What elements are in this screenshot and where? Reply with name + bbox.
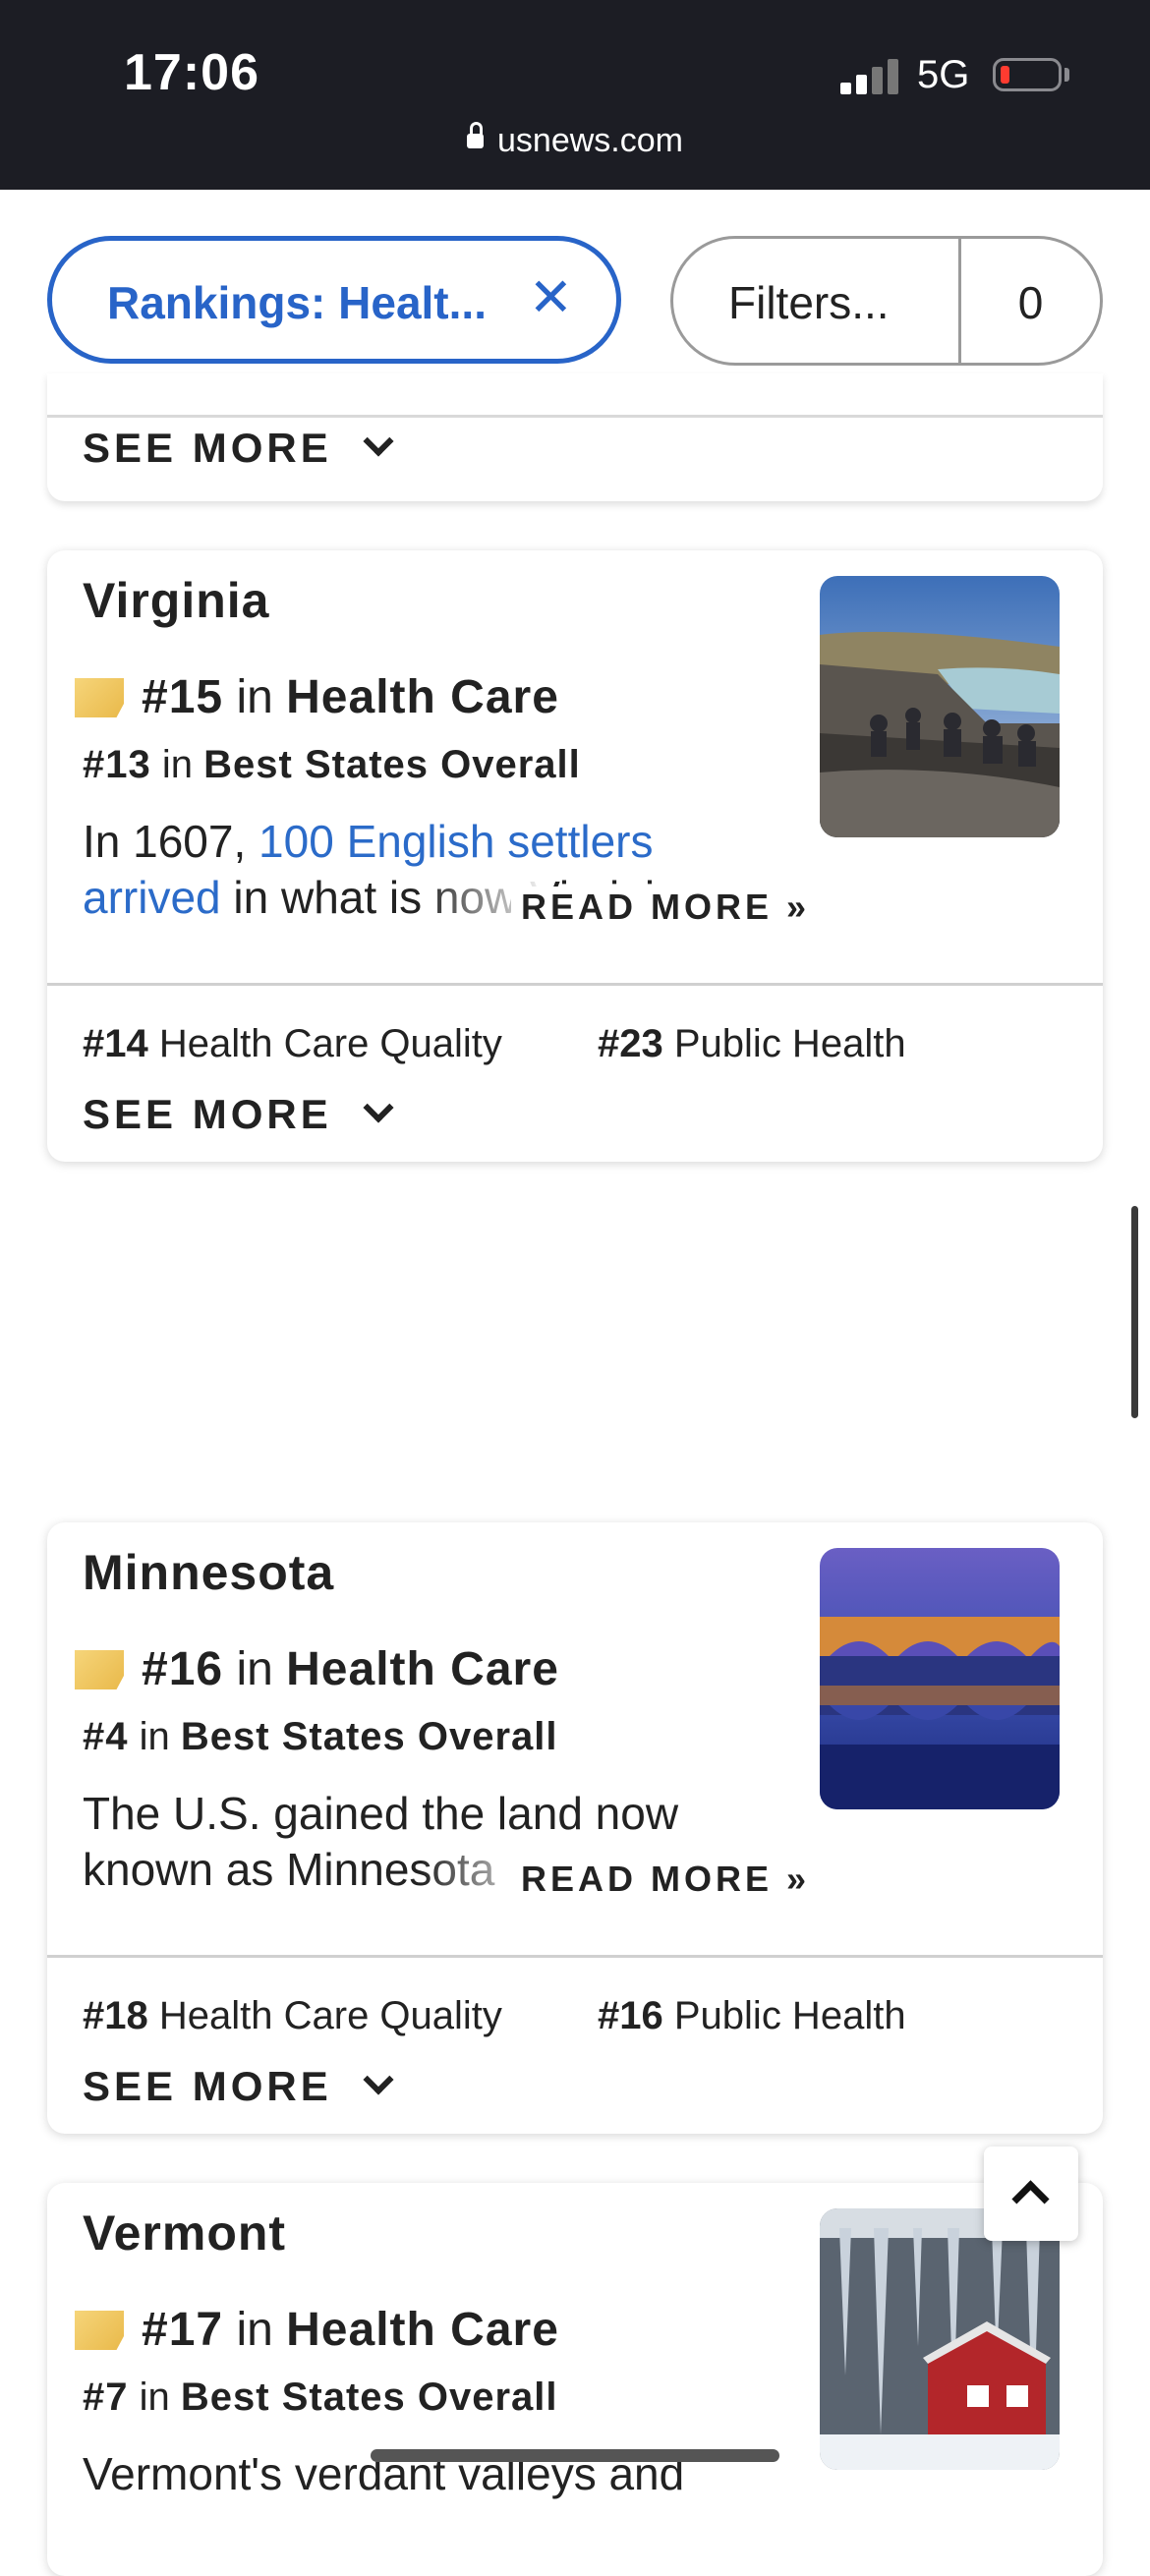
previous-state-card: SEE MORE	[47, 373, 1103, 501]
overall-rank: #13 in Best States Overall	[83, 743, 581, 786]
rank-badge-icon	[75, 1650, 124, 1689]
status-bar: 17:06 5G usnews.com	[0, 0, 1150, 190]
chevron-down-icon	[363, 2064, 394, 2095]
rank-badge-icon	[75, 678, 124, 717]
filters-label: Filters...	[728, 277, 890, 328]
see-more-button[interactable]: SEE MORE	[83, 425, 394, 472]
health-care-rank: #17 in Health Care	[142, 2304, 559, 2356]
rankings-chip-label: Rankings: Healt...	[107, 277, 487, 328]
health-care-rank: #16 in Health Care	[142, 1643, 559, 1695]
chevron-down-icon	[363, 1092, 394, 1123]
signal-strength-icon	[840, 59, 901, 94]
state-card-virginia: Virginia #15 in Health Care #13 in Best …	[47, 550, 1103, 1162]
filters-button[interactable]: Filters... 0	[670, 236, 1103, 366]
sub-rank-health-care-quality: #18 Health Care Quality	[83, 1994, 502, 2037]
scrollbar[interactable]	[1131, 1206, 1138, 1418]
network-type: 5G	[917, 53, 970, 96]
battery-icon	[993, 58, 1062, 91]
overall-rank: #4 in Best States Overall	[83, 1715, 558, 1758]
home-indicator[interactable]	[371, 2449, 779, 2462]
back-to-top-button[interactable]	[984, 2147, 1078, 2241]
see-more-label: SEE MORE	[83, 425, 332, 471]
filters-count: 0	[1017, 277, 1044, 328]
scenic-rocks-river-photo[interactable]	[820, 576, 1060, 837]
url-text: usnews.com	[497, 122, 683, 159]
overall-rank: #7 in Best States Overall	[83, 2376, 558, 2419]
rankings-filter-chip[interactable]: Rankings: Healt... ✕	[47, 236, 621, 364]
read-more-link[interactable]: READ MORE »	[511, 1859, 811, 1900]
see-more-label: SEE MORE	[83, 2063, 332, 2109]
state-name[interactable]: Vermont	[83, 2204, 286, 2261]
chevron-down-icon	[363, 426, 394, 457]
card-divider	[47, 983, 1103, 986]
address-bar[interactable]: usnews.com	[0, 121, 1150, 160]
see-more-button[interactable]: SEE MORE	[83, 1091, 394, 1138]
state-name[interactable]: Minnesota	[83, 1544, 334, 1601]
state-card-minnesota: Minnesota #16 in Health Care #4 in Best …	[47, 1522, 1103, 2134]
stone-arch-bridge-photo[interactable]	[820, 1548, 1060, 1809]
see-more-button[interactable]: SEE MORE	[83, 2063, 394, 2110]
clock: 17:06	[124, 44, 259, 101]
sub-rank-public-health: #23 Public Health	[598, 1022, 906, 1065]
battery-tip	[1064, 68, 1069, 82]
clear-filter-icon[interactable]: ✕	[529, 266, 573, 328]
card-divider	[47, 1955, 1103, 1958]
state-name[interactable]: Virginia	[83, 572, 269, 629]
sub-rank-health-care-quality: #14 Health Care Quality	[83, 1022, 502, 1065]
read-more-link[interactable]: READ MORE »	[511, 887, 811, 928]
lock-icon	[467, 121, 485, 148]
icicles-red-barn-photo[interactable]	[820, 2208, 1060, 2470]
health-care-rank: #15 in Health Care	[142, 671, 559, 723]
see-more-label: SEE MORE	[83, 1091, 332, 1137]
rank-badge-icon	[75, 2311, 124, 2350]
state-card-vermont: Vermont #17 in Health Care #7 in Best St…	[47, 2183, 1103, 2576]
sub-rank-public-health: #16 Public Health	[598, 1994, 906, 2037]
